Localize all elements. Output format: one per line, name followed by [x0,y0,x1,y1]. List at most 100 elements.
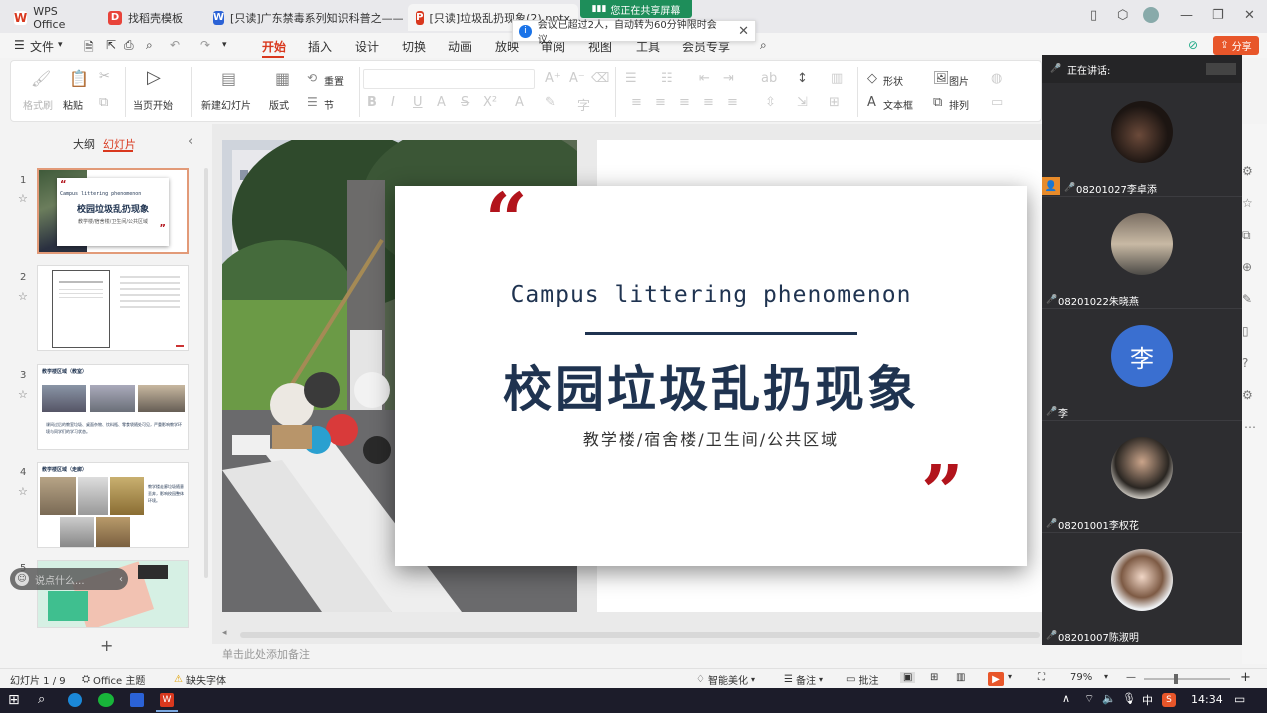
textbox-icon[interactable]: A [867,95,876,110]
menu-insert[interactable]: 插入 [308,38,332,55]
link-tool-icon[interactable]: ⊕ [1242,260,1252,274]
notes-placeholder[interactable]: 单击此处添加备注 [222,646,310,662]
file-menu[interactable]: 文件 [30,38,54,55]
windows-start-icon[interactable]: ⊞ [8,692,20,708]
redo-icon[interactable]: ↷ [200,38,210,52]
section-label[interactable]: 节 [324,97,334,112]
tab-wps-home[interactable]: W WPS Office [6,4,94,31]
new-slide-label[interactable]: 新建幻灯片 [201,97,251,112]
highlight-icon[interactable]: ✎ [545,95,556,110]
paste-label[interactable]: 粘贴 [63,97,83,112]
wps-taskbar-icon[interactable]: W [160,693,174,707]
scroll-left-icon[interactable]: ◂ [222,628,227,638]
tray-chevron-up-icon[interactable]: ∧ [1062,692,1070,705]
zoom-level[interactable]: 79% [1070,672,1092,683]
hamburger-icon[interactable]: ☰ [14,38,25,52]
decrease-font-icon[interactable]: A⁻ [569,71,585,86]
search-icon[interactable]: ⌕ [760,38,767,53]
chevron-down-icon[interactable]: ▾ [1104,672,1108,681]
align-left-icon[interactable]: ≡ [631,95,642,110]
menu-design[interactable]: 设计 [355,38,379,55]
bullet-list-icon[interactable]: ☰ [625,71,637,86]
fill-icon[interactable]: ◍ [991,71,1002,86]
slide-thumbnail-3[interactable]: 教学楼区域（教室） 课间过后的教室垃圾、桌面杂物、饮料瓶、零食袋随处可见，严重影… [37,364,189,450]
participant-tile[interactable]: 🎤 08201022朱晓燕 [1042,197,1242,309]
number-list-icon[interactable]: ☷ [661,71,673,86]
sidebar-tool-icon[interactable]: ⚙ [1242,164,1253,178]
input-method-icon[interactable]: S [1162,693,1176,707]
slide-sorter-icon[interactable]: ⊞ [930,672,938,683]
add-slide-icon[interactable]: + [100,636,113,655]
play-from-current-icon[interactable]: ▷ [147,67,161,88]
chevron-down-icon[interactable]: ▾ [1008,672,1012,681]
format-painter-label[interactable]: 格式刷 [23,97,53,112]
volume-icon[interactable]: 🔈 [1102,692,1116,705]
strikethrough-icon[interactable]: S [461,95,469,110]
more-tool-icon[interactable]: ⋯ [1244,420,1256,434]
emoji-icon[interactable]: ☺ [15,572,29,586]
shapes-label[interactable]: 形状 [883,73,903,88]
superscript-icon[interactable]: X² [483,95,497,110]
clock[interactable]: 14:34 [1191,693,1223,706]
vertical-align-icon[interactable]: ⇳ [765,95,776,110]
menu-transition[interactable]: 切换 [402,38,426,55]
export-icon[interactable]: ⇱ [106,38,116,52]
smart-art-icon[interactable]: ⊞ [829,95,840,110]
reset-label[interactable]: 重置 [324,73,344,88]
menu-animation[interactable]: 动画 [448,38,472,55]
zoom-slider[interactable] [1144,674,1230,684]
notes-toggle[interactable]: ☰ 备注 ▾ [784,672,823,687]
cut-icon[interactable]: ✂ [99,69,110,84]
copy-tool-icon[interactable]: ⧉ [1242,228,1251,243]
normal-view-icon[interactable]: ▣ [900,672,916,683]
theme-indicator[interactable]: ⛭ Office 主题 [82,672,145,687]
participant-tile[interactable]: 🎤 08201007陈淑明 [1042,533,1242,645]
distribute-icon[interactable]: ≡ [727,95,738,110]
cloud-sync-icon[interactable]: ⊘ [1188,38,1198,52]
slide-thumbnail-2[interactable] [37,265,189,351]
clear-format-icon[interactable]: ⌫ [591,71,609,86]
participant-tile[interactable]: 👤 🎤 08201027李卓添 [1042,83,1242,197]
tab-outline[interactable]: 大纲 [73,136,95,152]
zoom-slider-handle[interactable] [1174,674,1178,684]
phonetic-icon[interactable]: 字 [577,95,590,114]
sidebar-toggle-icon[interactable]: ▯ [1090,8,1097,23]
smart-beautify-button[interactable]: ♢ 智能美化 ▾ [696,672,755,687]
shapes-icon[interactable]: ◇ [867,71,877,86]
chevron-down-icon[interactable]: ▾ [58,40,63,50]
font-color-icon[interactable]: A [515,95,524,110]
textbox-label[interactable]: 文本框 [883,97,913,112]
undo-icon[interactable]: ↶ [170,38,180,52]
text-fit-icon[interactable]: ⇲ [797,95,808,110]
share-button[interactable]: ⇪ 分享 [1213,36,1259,55]
indent-decrease-icon[interactable]: ⇤ [699,71,710,86]
meeting-toolbar[interactable] [1206,63,1236,75]
more-chevron-icon[interactable]: ▾ [222,40,227,50]
reading-view-icon[interactable]: ▥ [956,672,965,683]
layout-label[interactable]: 版式 [269,97,289,112]
picture-label[interactable]: 图片 [949,73,969,88]
preview-icon[interactable]: ⌕ [146,38,153,53]
justify-icon[interactable]: ≡ [703,95,714,110]
pen-tool-icon[interactable]: ✎ [1242,292,1252,306]
menu-home[interactable]: 开始 [262,38,286,55]
network-icon[interactable]: ⌔ [1084,692,1094,706]
collapse-panel-icon[interactable]: ‹ [188,134,193,149]
doc-tool-icon[interactable]: ▯ [1242,324,1249,338]
cube-icon[interactable]: ⬡ [1117,8,1128,23]
indent-increase-icon[interactable]: ⇥ [723,71,734,86]
zoom-out-icon[interactable]: — [1126,672,1136,683]
increase-font-icon[interactable]: A⁺ [545,71,561,86]
chat-input-bubble[interactable]: ☺ 说点什么... ‹ [10,568,128,590]
star-icon[interactable]: ☆ [18,290,28,303]
participant-tile[interactable]: 🎤 08201001李权花 [1042,421,1242,533]
bold-icon[interactable]: B [367,95,377,110]
paste-icon[interactable]: 📋 [69,69,89,88]
help-tool-icon[interactable]: ? [1242,356,1248,370]
star-icon[interactable]: ☆ [18,388,28,401]
italic-icon[interactable]: I [391,95,395,110]
tab-docer[interactable]: D 找稻壳模板 [100,4,200,31]
new-slide-icon[interactable]: ▤ [221,69,236,88]
align-right-icon[interactable]: ≡ [679,95,690,110]
tab-word-doc[interactable]: W [只读]广东禁毒系列知识科普之——校 [205,4,403,31]
